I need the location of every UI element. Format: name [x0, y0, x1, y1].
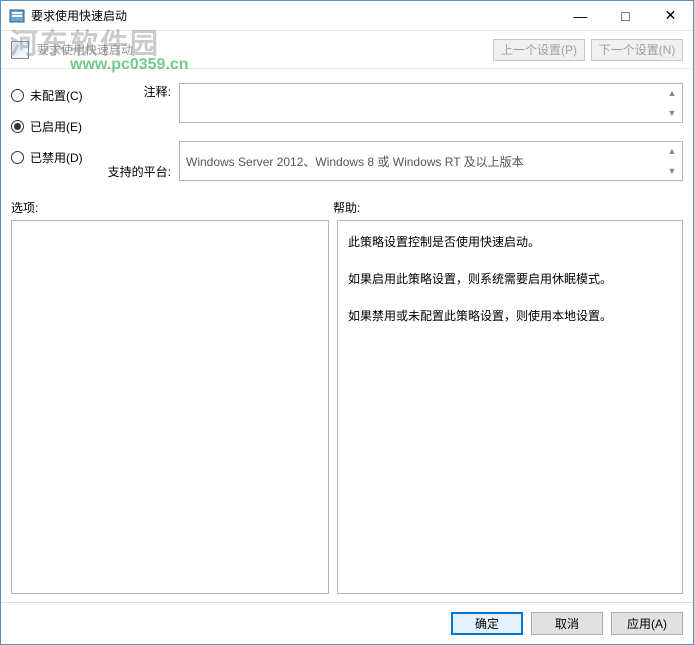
radio-disabled[interactable]: 已禁用(D)	[11, 149, 101, 166]
scroll-down-icon[interactable]: ▼	[664, 106, 680, 120]
apply-button[interactable]: 应用(A)	[611, 612, 683, 635]
titlebar: 要求使用快速启动 — □ ✕	[1, 1, 693, 31]
app-icon	[9, 8, 25, 24]
prev-setting-button[interactable]: 上一个设置(P)	[493, 39, 585, 61]
dialog-body: 未配置(C) 已启用(E) 已禁用(D) 注释: 支持的平台: ▲	[1, 69, 693, 602]
policy-title: 要求使用快速启动	[37, 41, 487, 58]
radio-label: 已启用(E)	[30, 118, 82, 135]
window-title: 要求使用快速启动	[31, 7, 558, 24]
subheader: 要求使用快速启动 上一个设置(P) 下一个设置(N)	[1, 31, 693, 69]
close-button[interactable]: ✕	[648, 1, 693, 30]
radio-label: 未配置(C)	[30, 87, 83, 104]
platform-value: Windows Server 2012、Windows 8 或 Windows …	[186, 153, 524, 170]
maximize-button[interactable]: □	[603, 1, 648, 30]
options-panel[interactable]	[11, 220, 329, 594]
policy-icon	[11, 41, 29, 59]
radio-icon	[11, 89, 24, 102]
radio-enabled[interactable]: 已启用(E)	[11, 118, 101, 135]
scroll-up-icon[interactable]: ▲	[664, 144, 680, 158]
cancel-button[interactable]: 取消	[531, 612, 603, 635]
ok-button[interactable]: 确定	[451, 612, 523, 635]
footer: 确定 取消 应用(A)	[1, 602, 693, 644]
options-label: 选项:	[11, 199, 333, 216]
minimize-button[interactable]: —	[558, 1, 603, 30]
next-setting-button[interactable]: 下一个设置(N)	[591, 39, 683, 61]
help-panel: 此策略设置控制是否使用快速启动。 如果启用此策略设置，则系统需要启用休眠模式。 …	[337, 220, 683, 594]
scroll-down-icon[interactable]: ▼	[664, 164, 680, 178]
radio-icon	[11, 120, 24, 133]
window-controls: — □ ✕	[558, 1, 693, 30]
panels: 此策略设置控制是否使用快速启动。 如果启用此策略设置，则系统需要启用休眠模式。 …	[11, 220, 683, 594]
platform-textbox: Windows Server 2012、Windows 8 或 Windows …	[179, 141, 683, 181]
help-label: 帮助:	[333, 199, 360, 216]
radio-not-configured[interactable]: 未配置(C)	[11, 87, 101, 104]
radio-group: 未配置(C) 已启用(E) 已禁用(D)	[11, 83, 101, 181]
platform-label: 支持的平台:	[101, 163, 171, 181]
help-text-line: 如果启用此策略设置，则系统需要启用休眠模式。	[348, 268, 672, 291]
dialog-window: 要求使用快速启动 — □ ✕ 河东软件园 www.pc0359.cn 要求使用快…	[0, 0, 694, 645]
radio-icon	[11, 151, 24, 164]
section-labels: 选项: 帮助:	[11, 199, 683, 216]
comment-textbox[interactable]: ▲ ▼	[179, 83, 683, 123]
scroll-up-icon[interactable]: ▲	[664, 86, 680, 100]
help-text-line: 如果禁用或未配置此策略设置，则使用本地设置。	[348, 305, 672, 328]
field-labels: 注释: 支持的平台:	[101, 83, 179, 181]
help-text-line: 此策略设置控制是否使用快速启动。	[348, 231, 672, 254]
radio-label: 已禁用(D)	[30, 149, 83, 166]
top-row: 未配置(C) 已启用(E) 已禁用(D) 注释: 支持的平台: ▲	[11, 83, 683, 181]
comment-label: 注释:	[101, 83, 171, 101]
